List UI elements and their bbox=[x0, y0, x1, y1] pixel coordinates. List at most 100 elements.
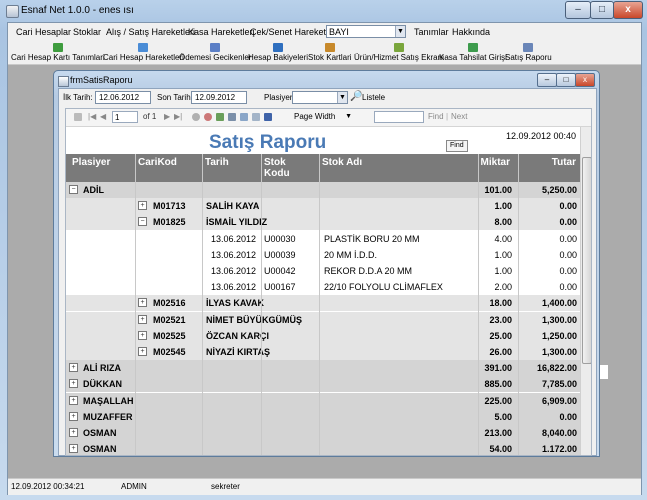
row-stok-adi: 20 MM İ.D.D. bbox=[324, 249, 378, 260]
toolbar-satis-raporu-button[interactable]: Satış Raporu bbox=[505, 42, 552, 64]
stop-icon[interactable] bbox=[204, 113, 212, 121]
seller-select[interactable]: ▼ bbox=[292, 91, 348, 104]
window-title: Esnaf Net 1.0.0 - enes ısı bbox=[21, 5, 134, 16]
row-plasiyer: OSMAN bbox=[83, 428, 117, 438]
find-tooltip: Find bbox=[446, 140, 468, 152]
menu-cek-senet[interactable]: Çek/Senet Hareketleri bbox=[250, 27, 338, 37]
menu-bar: Cari Hesaplar Stoklar Alış / Satış Harek… bbox=[8, 23, 641, 42]
balance-icon bbox=[273, 43, 284, 52]
child-minimize-button[interactable]: – bbox=[537, 73, 557, 87]
menu-alis-satis[interactable]: Alış / Satış Hareketleri bbox=[106, 27, 195, 37]
chevron-down-icon[interactable]: ▼ bbox=[337, 92, 347, 103]
next-page-icon[interactable]: ▶ bbox=[164, 112, 170, 121]
list-button[interactable]: Listele bbox=[362, 93, 385, 102]
expand-icon[interactable]: + bbox=[138, 330, 147, 340]
first-page-icon[interactable]: |◀ bbox=[88, 112, 96, 121]
menu-kasa[interactable]: Kasa Hareketleri bbox=[188, 27, 255, 37]
find-button[interactable]: Find bbox=[428, 112, 444, 121]
column-divider bbox=[478, 154, 479, 455]
start-date-field[interactable]: 12.06.2012 bbox=[95, 91, 151, 104]
chevron-down-icon[interactable]: ▼ bbox=[395, 26, 405, 37]
zoom-select[interactable]: Page Width ▼ bbox=[292, 111, 356, 123]
start-date-label: İlk Tarih: bbox=[63, 93, 93, 102]
last-page-icon[interactable]: ▶| bbox=[174, 112, 182, 121]
table-row: + MUZAFFER 5.00 0.00 bbox=[66, 408, 580, 425]
toolbar-cari-hareket-button[interactable]: Cari Hesap Hareketleri bbox=[103, 42, 184, 64]
minimize-button[interactable]: – bbox=[565, 1, 591, 19]
maximize-button[interactable]: □ bbox=[590, 1, 614, 19]
child-maximize-button[interactable]: □ bbox=[556, 73, 576, 87]
row-cari-name: ÖZCAN KARÇI bbox=[206, 330, 269, 341]
expand-icon[interactable]: + bbox=[138, 347, 147, 356]
find-input[interactable] bbox=[374, 111, 424, 123]
clock-icon bbox=[210, 43, 221, 52]
row-tutar: 0.00 bbox=[559, 249, 577, 260]
row-miktar: 23.00 bbox=[489, 314, 512, 325]
expand-icon[interactable]: + bbox=[138, 314, 147, 324]
print-icon[interactable] bbox=[228, 113, 236, 121]
row-tarih: 13.06.2012 bbox=[211, 249, 257, 260]
table-row: 13.06.2012 U00039 20 MM İ.D.D. 1.00 0.00 bbox=[66, 246, 580, 263]
end-date-field[interactable]: 12.09.2012 bbox=[191, 91, 247, 104]
prev-page-icon[interactable]: ◀ bbox=[100, 112, 106, 121]
col-carikod: CariKod bbox=[138, 157, 177, 168]
row-carikod: M01713 bbox=[153, 201, 186, 212]
user-select[interactable]: BAYI ▼ bbox=[326, 25, 406, 38]
menu-tanimlar[interactable]: Tanımlar bbox=[414, 27, 449, 37]
table-row: + M01713 SALİH KAYA 1.00 0.00 bbox=[66, 198, 580, 215]
toolbar-odeme-gecikenler-button[interactable]: Ödemesi Gecikenler bbox=[179, 42, 251, 64]
child-close-button[interactable]: x bbox=[575, 73, 595, 87]
expand-icon[interactable]: + bbox=[69, 395, 78, 405]
search-icon: 🔎 bbox=[350, 91, 363, 102]
print-layout-icon[interactable] bbox=[240, 113, 248, 121]
menu-stoklar[interactable]: Stoklar bbox=[73, 27, 101, 37]
toolbar-cari-kart-button[interactable]: Cari Hesap Kartı Tanımlari bbox=[11, 42, 105, 64]
row-miktar: 1.00 bbox=[494, 201, 512, 212]
scrollbar-thumb[interactable] bbox=[582, 157, 591, 364]
stock-icon bbox=[324, 43, 335, 52]
expand-icon[interactable]: + bbox=[69, 379, 78, 389]
export-icon[interactable] bbox=[264, 113, 272, 121]
menu-cari-hesaplar[interactable]: Cari Hesaplar bbox=[16, 27, 71, 37]
status-datetime: 12.09.2012 00:34:21 bbox=[11, 482, 85, 491]
table-row: 13.06.2012 U00167 22/10 FOLYOLU CLİMAFLEX 2… bbox=[66, 279, 580, 296]
status-role: sekreter bbox=[211, 482, 240, 491]
expand-icon[interactable]: + bbox=[138, 201, 147, 211]
toolbar-hesap-bakiyeleri-button[interactable]: Hesap Bakiyeleri bbox=[248, 42, 308, 64]
table-row: + M02521 NİMET BÜYÜKGÜMÜŞ 23.00 1,300.00 bbox=[66, 311, 580, 328]
row-miktar: 213.00 bbox=[484, 428, 512, 438]
page-setup-icon[interactable] bbox=[252, 113, 260, 121]
row-miktar: 8.00 bbox=[494, 217, 512, 228]
row-miktar: 26.00 bbox=[489, 347, 512, 357]
table-row: 13.06.2012 U00030 PLASTİK BORU 20 MM 4.00 0.… bbox=[66, 230, 580, 247]
table-row: 13.06.2012 U00042 REKOR D.D.A 20 MM 1.00 0.0… bbox=[66, 263, 580, 279]
toolbar-kasa-tahsilat-button[interactable]: Kasa Tahsilat Girişi bbox=[439, 42, 507, 64]
back-icon[interactable] bbox=[192, 113, 200, 121]
expand-icon[interactable]: + bbox=[138, 298, 147, 308]
title-bar[interactable]: Esnaf Net 1.0.0 - enes ısı – □ x bbox=[0, 0, 647, 22]
expand-icon[interactable]: + bbox=[69, 363, 78, 373]
column-divider bbox=[518, 154, 519, 455]
app-icon bbox=[6, 5, 19, 18]
find-next-button[interactable]: Next bbox=[451, 112, 467, 121]
row-stok-adi: REKOR D.D.A 20 MM bbox=[324, 266, 413, 276]
vertical-scrollbar[interactable] bbox=[580, 127, 591, 455]
menu-hakkinda[interactable]: Hakkında bbox=[452, 27, 490, 37]
expand-icon[interactable]: + bbox=[69, 411, 78, 421]
ledger-icon bbox=[138, 43, 149, 52]
collapse-icon[interactable]: − bbox=[138, 217, 147, 227]
collapse-icon[interactable]: − bbox=[69, 185, 78, 194]
toolbar-urun-satis-button[interactable]: Ürün/Hizmet Satış Ekranı bbox=[354, 42, 444, 64]
find-separator: | bbox=[446, 112, 449, 121]
row-tutar: 1,400.00 bbox=[541, 298, 577, 309]
end-date-value: 12.09.2012 bbox=[195, 93, 236, 102]
expand-icon[interactable]: + bbox=[69, 444, 78, 454]
refresh-icon[interactable] bbox=[216, 113, 224, 121]
page-number-input[interactable]: 1 bbox=[112, 111, 138, 123]
row-tutar: 0.00 bbox=[559, 282, 577, 293]
document-map-icon[interactable] bbox=[74, 113, 82, 121]
expand-icon[interactable]: + bbox=[69, 428, 78, 437]
close-button[interactable]: x bbox=[613, 1, 643, 19]
report-title: Satış Raporu bbox=[209, 132, 327, 153]
toolbar-stok-kartlari-button[interactable]: Stok Kartlari bbox=[308, 42, 352, 64]
